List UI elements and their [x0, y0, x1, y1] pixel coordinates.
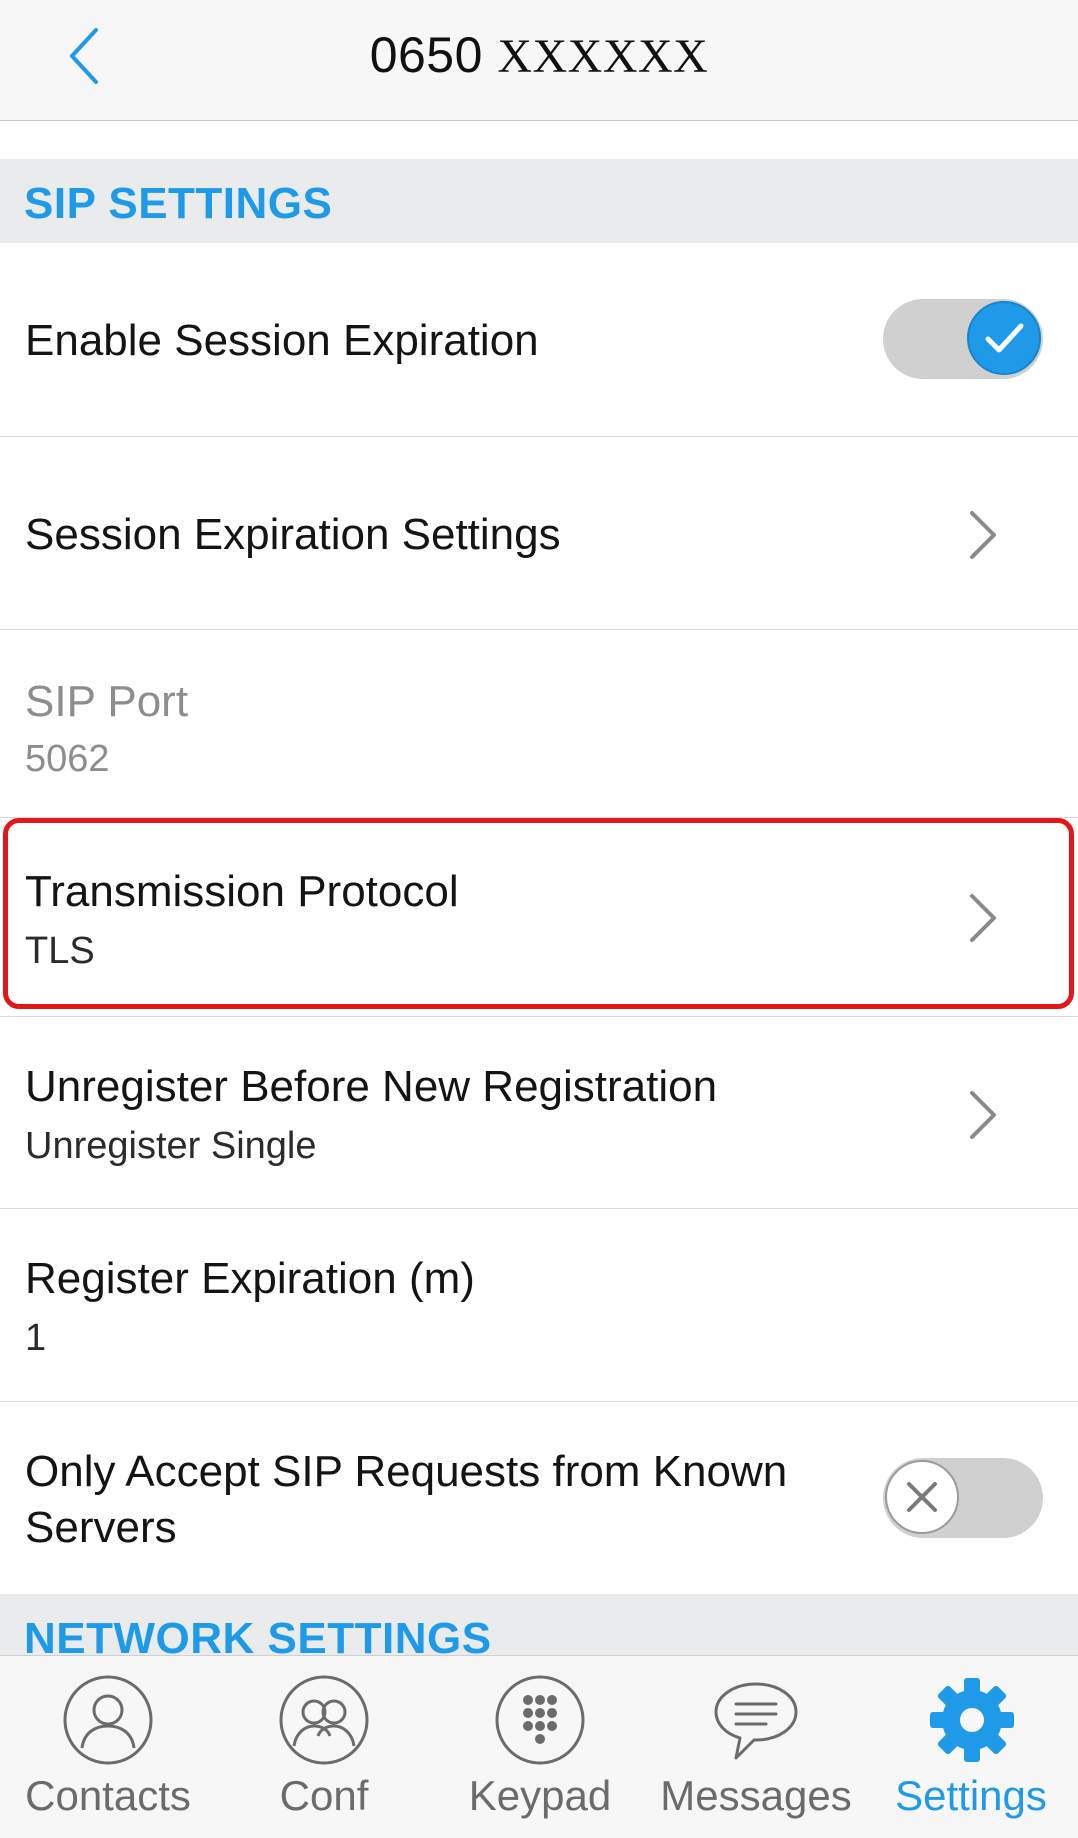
messages-icon [714, 1682, 798, 1760]
row-enable-session-expiration[interactable]: Enable Session Expiration [0, 243, 1078, 437]
tab-label: Keypad [468, 1772, 612, 1819]
chevron-right-icon [970, 511, 996, 559]
row-label: Enable Session Expiration [25, 316, 539, 365]
tab-label: Contacts [25, 1772, 191, 1819]
section-label-sip: SIP SETTINGS [24, 179, 333, 228]
close-icon [907, 1482, 937, 1512]
page-title: 0650 XXXXXX [0, 26, 1078, 84]
known-servers-toggle[interactable] [883, 1458, 1043, 1538]
row-session-expiration-settings[interactable]: Session Expiration Settings [0, 437, 1078, 630]
title-masked-number: XXXXXX [497, 30, 709, 83]
row-value: 5062 [25, 738, 110, 780]
chevron-right-icon [970, 894, 996, 942]
checkmark-icon [985, 323, 1024, 353]
row-value: TLS [25, 930, 95, 972]
tab-contacts[interactable]: Contacts [0, 1656, 216, 1838]
row-unregister-before-new-registration[interactable]: Unregister Before New Registration Unreg… [0, 1017, 1078, 1209]
row-label: Unregister Before New Registration [25, 1062, 718, 1111]
row-label-line1: Only Accept SIP Requests from Known [25, 1447, 788, 1496]
row-label-line2: Servers [25, 1503, 177, 1552]
section-header-network: NETWORK SETTINGS [0, 1594, 1078, 1655]
row-transmission-protocol[interactable]: Transmission Protocol TLS [0, 818, 1078, 1017]
tab-conf[interactable]: Conf [216, 1656, 432, 1838]
conference-icon [279, 1675, 369, 1765]
row-label: Session Expiration Settings [25, 510, 561, 559]
row-sip-port: SIP Port 5062 [0, 630, 1078, 818]
contacts-icon [63, 1675, 153, 1765]
row-register-expiration[interactable]: Register Expiration (m) 1 [0, 1209, 1078, 1402]
chevron-right-icon [970, 1091, 996, 1139]
tab-keypad[interactable]: Keypad [432, 1656, 648, 1838]
title-number: 0650 [369, 27, 483, 83]
tab-messages[interactable]: Messages [648, 1656, 864, 1838]
tab-settings[interactable]: Settings [864, 1656, 1078, 1838]
top-spacer [0, 121, 1078, 159]
row-value: 1 [25, 1317, 47, 1359]
tab-label: Settings [895, 1772, 1047, 1819]
bottom-tab-bar: Contacts Conf Keypad Messages Settings [0, 1655, 1078, 1838]
row-label: SIP Port [25, 677, 189, 726]
row-label: Transmission Protocol [25, 867, 459, 916]
gear-icon [930, 1678, 1014, 1762]
tab-label: Conf [279, 1772, 369, 1819]
section-header-sip: SIP SETTINGS [0, 159, 1078, 243]
toggle-knob [967, 301, 1041, 375]
row-only-accept-known-servers[interactable]: Only Accept SIP Requests from Known Serv… [0, 1402, 1078, 1594]
session-expiration-toggle[interactable] [883, 299, 1043, 379]
row-label: Register Expiration (m) [25, 1254, 475, 1303]
section-label-network: NETWORK SETTINGS [24, 1614, 492, 1655]
tab-label: Messages [660, 1772, 852, 1819]
top-app-bar: 0650 XXXXXX [0, 0, 1078, 121]
toggle-knob [885, 1460, 959, 1534]
keypad-icon [495, 1675, 585, 1765]
row-value: Unregister Single [25, 1125, 317, 1167]
